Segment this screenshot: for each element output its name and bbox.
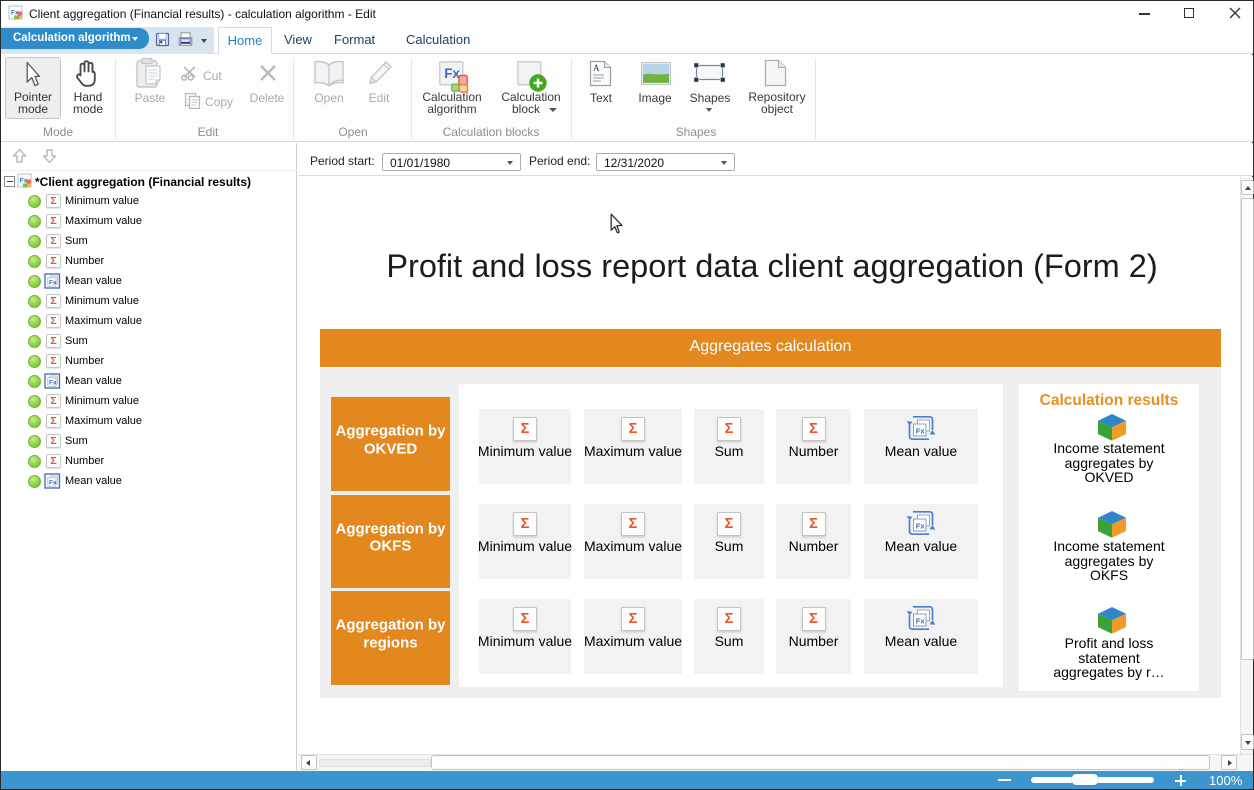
svg-text:Fx: Fx [49,280,57,287]
svg-text:Fx: Fx [916,521,926,530]
svg-text:Fx: Fx [20,178,28,185]
svg-text:Fx: Fx [444,66,460,81]
svg-text:Fx: Fx [916,616,926,625]
svg-text:A: A [593,63,600,73]
svg-text:Fx: Fx [49,480,57,487]
svg-text:Fx: Fx [49,380,57,387]
svg-text:Fx: Fx [916,426,926,435]
